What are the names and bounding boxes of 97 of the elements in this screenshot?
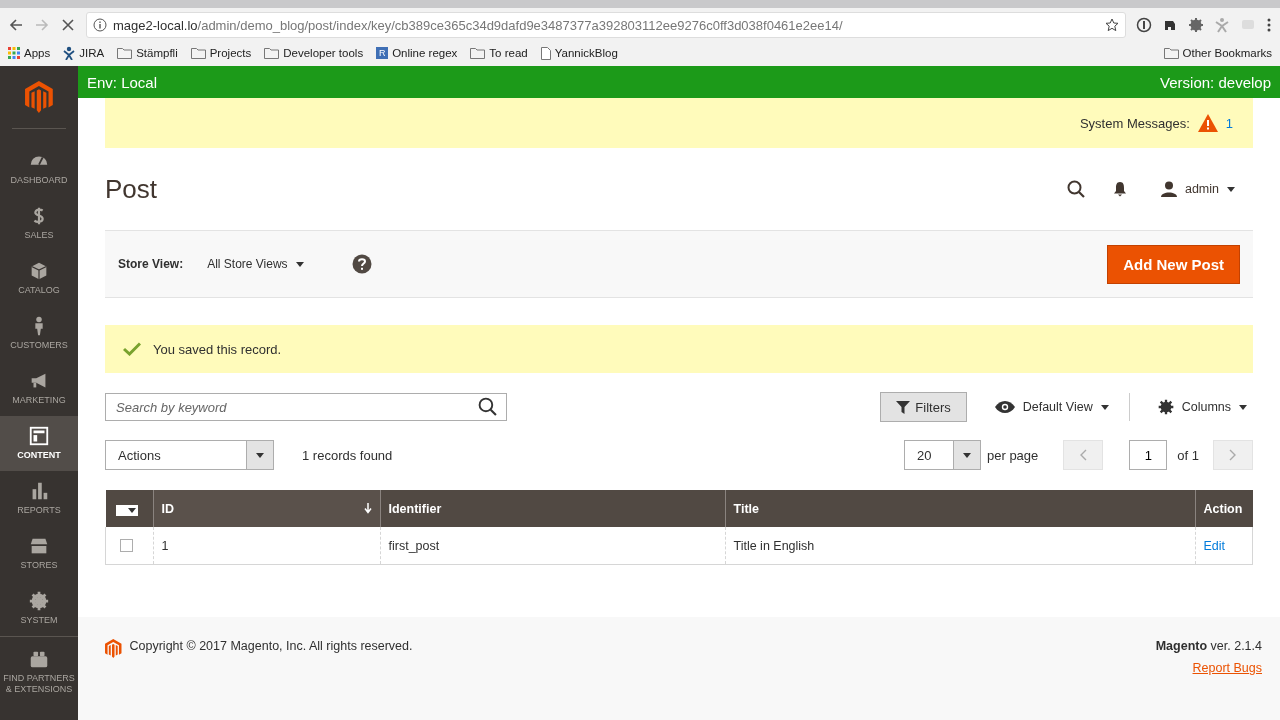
caret-icon	[295, 261, 304, 267]
actions-dropdown[interactable]: Actions	[105, 440, 274, 470]
version-text: Magento ver. 2.1.4	[1155, 639, 1262, 653]
table-cell: Title in English	[733, 538, 815, 553]
page-field[interactable]: 1	[1129, 440, 1168, 470]
column-header[interactable]: Action	[1195, 490, 1253, 527]
menu-icon[interactable]	[1266, 17, 1272, 33]
gear-extension-icon[interactable]	[1188, 17, 1204, 33]
user-icon	[1160, 181, 1177, 197]
back-icon[interactable]	[8, 17, 24, 33]
store-view-switcher[interactable]: All Store Views	[201, 256, 310, 272]
bookmark-folder[interactable]: Other Bookmarks	[1182, 47, 1272, 59]
report-bugs-link[interactable]: Report Bugs	[1192, 661, 1262, 675]
view-switcher[interactable]: Default View	[988, 399, 1115, 415]
column-header[interactable]: Title	[725, 490, 1195, 527]
folder-icon	[190, 47, 206, 59]
system-messages-label: System Messages:	[1079, 115, 1190, 131]
sidebar-item[interactable]: CATALOG	[0, 251, 78, 306]
folder-icon	[117, 47, 133, 59]
gear-icon	[28, 590, 50, 613]
close-icon[interactable]	[60, 17, 76, 33]
filters-button[interactable]: Filters	[880, 392, 967, 422]
sidebar-item[interactable]: CONTENT	[0, 416, 78, 471]
apps-grid-icon	[8, 47, 20, 59]
folder-icon	[264, 47, 280, 59]
sidebar-item[interactable]: REPORTS	[0, 471, 78, 526]
address-bar[interactable]: mage2-local.lo/admin/demo_blog/post/index/key/cb389ce365c34d9dafd9e3487377a392803112ee9276c0ff3d038f0461e2ee14/	[86, 12, 1126, 38]
version-label: Version: develop	[1160, 73, 1271, 91]
search-icon[interactable]	[1066, 180, 1085, 198]
search-field[interactable]: Search by keyword	[105, 393, 507, 421]
per-page-dropdown[interactable]: 20	[904, 440, 981, 470]
message-count[interactable]: 1	[1225, 115, 1233, 131]
page-total: of 1	[1177, 447, 1199, 463]
password-extension-icon[interactable]	[1136, 17, 1152, 33]
help-icon[interactable]	[351, 254, 372, 274]
url-text: mage2-local.lo/admin/demo_blog/post/index/key/cb389ce365c34d9dafd9e3487377a392803112ee9276c0ff3d038f0461e2ee14/	[113, 17, 843, 33]
column-label: ID	[161, 501, 174, 516]
magento-logo	[105, 639, 122, 658]
sidebar-item[interactable]: SALES	[0, 196, 78, 251]
table-cell: first_post	[388, 538, 440, 553]
bookmark[interactable]: Developer tools	[283, 47, 364, 59]
user-menu[interactable]: admin	[1154, 180, 1241, 198]
letter-icon: R	[376, 47, 389, 59]
caret-icon	[1239, 404, 1247, 410]
caret-icon	[1100, 404, 1109, 410]
caret-icon	[1227, 186, 1235, 192]
add-new-post-button[interactable]: Add New Post	[1107, 244, 1240, 284]
bookmark[interactable]: YannickBlog	[554, 47, 618, 59]
copyright-text: Copyright © 2017 Magento, Inc. All rights reserved.	[129, 639, 413, 653]
page-title: Post	[105, 173, 158, 205]
bookmark[interactable]: Apps	[24, 47, 51, 59]
column-label: Action	[1203, 501, 1243, 516]
caret-icon	[963, 452, 971, 458]
figure-icon	[63, 46, 76, 60]
mass-select-dropdown[interactable]	[115, 504, 138, 516]
sidebar-item[interactable]: CUSTOMERS	[0, 306, 78, 361]
columns-button[interactable]: Columns	[1151, 398, 1253, 416]
store-view-label: Store View:	[118, 257, 184, 271]
caret-icon	[256, 452, 264, 458]
sidebar-item[interactable]: DASHBOARD	[0, 141, 78, 196]
star-icon[interactable]	[1105, 18, 1119, 32]
bookmark[interactable]: Stämpfli	[136, 47, 178, 59]
chevron-right-icon	[1229, 449, 1237, 461]
edit-link[interactable]: Edit	[1203, 538, 1226, 553]
checkmark-icon	[123, 342, 141, 356]
funnel-icon	[896, 400, 911, 414]
message-text: You saved this record.	[153, 341, 282, 357]
sort-arrow-icon	[363, 503, 372, 514]
sidebar-item[interactable]: STORES	[0, 526, 78, 581]
bookmark[interactable]: Projects	[209, 47, 252, 59]
gear-icon	[1157, 399, 1174, 415]
per-page-label: per page	[987, 447, 1039, 463]
page-icon	[540, 46, 551, 60]
bell-icon[interactable]	[1112, 181, 1127, 197]
layout-icon	[28, 425, 50, 448]
column-header[interactable]: ID	[153, 490, 380, 527]
bookmark[interactable]: To read	[489, 47, 528, 59]
bookmark[interactable]: Online regex	[392, 47, 458, 59]
folder-icon	[1163, 47, 1179, 59]
eye-icon	[994, 401, 1015, 413]
caret-icon	[127, 507, 136, 513]
column-label: Identifier	[388, 501, 442, 516]
table-cell: 1	[161, 538, 169, 553]
records-count: 1 records found	[302, 447, 393, 463]
warning-icon	[1197, 114, 1218, 132]
folder-icon	[470, 47, 486, 59]
column-label: Title	[733, 501, 759, 516]
column-header[interactable]: Identifier	[380, 490, 725, 527]
environment-label: Env: Local	[87, 73, 158, 91]
row-checkbox[interactable]	[120, 539, 133, 552]
sidebar-item[interactable]: MARKETING	[0, 361, 78, 416]
search-icon[interactable]	[478, 397, 497, 416]
bookmark[interactable]: JIRA	[79, 47, 105, 59]
magento-logo	[25, 81, 53, 113]
info-icon	[93, 18, 107, 32]
chevron-left-icon	[1079, 449, 1088, 461]
sidebar-item[interactable]: SYSTEM	[0, 581, 78, 636]
